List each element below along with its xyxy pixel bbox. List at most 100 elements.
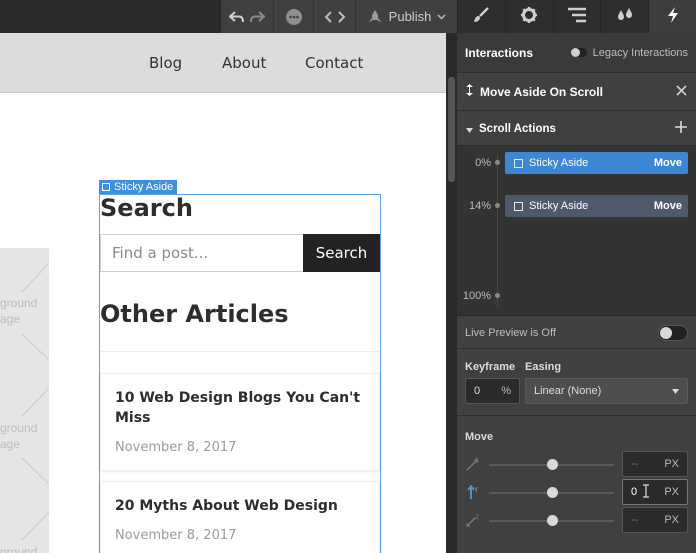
interaction-name-row: Move Aside On Scroll	[457, 73, 696, 111]
canvas-scrollbar-thumb[interactable]	[448, 77, 455, 182]
nav-link-contact[interactable]: Contact	[305, 54, 363, 72]
axis-z-icon: Z	[465, 512, 481, 528]
bolt-icon	[666, 6, 680, 27]
code-button[interactable]	[313, 0, 355, 33]
publish-button[interactable]: Publish	[355, 0, 457, 33]
designer-canvas[interactable]: Blog About Contact ground age ground age…	[0, 33, 446, 553]
move-x-value: --	[631, 458, 639, 470]
move-label: Move	[465, 431, 494, 443]
publish-label: Publish	[388, 9, 432, 24]
article-card[interactable]: 20 Myths About Web Design November 8, 20…	[100, 481, 380, 553]
keyframe-section: Keyframe Easing 0 % Linear (None)	[457, 350, 696, 416]
keyframe-label: Keyframe	[465, 361, 516, 373]
other-articles-heading: Other Articles	[100, 300, 289, 328]
bg-label-3: ground	[0, 545, 38, 553]
move-z-slider-handle[interactable]	[547, 515, 558, 526]
move-x-input[interactable]: -- PX	[622, 451, 688, 477]
vertical-arrows-icon	[466, 84, 473, 99]
scroll-timeline: 0% Sticky Aside Move 14% Sticky Aside Mo…	[457, 145, 696, 316]
tab-assets[interactable]	[600, 0, 648, 33]
element-square-icon	[514, 158, 523, 168]
nav-link-blog[interactable]: Blog	[149, 54, 182, 72]
timeline-track	[497, 154, 498, 306]
keyframe-sticky-aside-14[interactable]: Sticky Aside Move	[505, 195, 688, 217]
divider	[100, 351, 380, 352]
keyframe-input[interactable]: 0 %	[465, 378, 520, 404]
keyframe-target: Sticky Aside	[529, 200, 589, 212]
add-icon[interactable]	[675, 121, 687, 136]
keyframe-action: Move	[653, 200, 682, 212]
move-z-input[interactable]: -- PX	[622, 507, 688, 533]
search-heading: Search	[100, 194, 193, 222]
axis-x-icon: X	[465, 456, 481, 472]
brush-icon	[472, 6, 490, 27]
timeline-dot	[495, 203, 500, 208]
move-z-value: --	[631, 514, 639, 526]
move-y-value: 0	[631, 486, 638, 498]
interactions-header: Interactions Legacy Interactions	[457, 33, 696, 73]
move-z-unit: PX	[664, 514, 679, 526]
article-title: 20 Myths About Web Design	[115, 498, 338, 514]
toolbar-spacer	[0, 0, 221, 33]
bg-label-1a: ground	[0, 296, 38, 310]
publish-icon	[367, 9, 383, 25]
undo-redo-group	[221, 0, 273, 33]
interaction-name: Move Aside On Scroll	[480, 84, 603, 99]
axis-x-letter: X	[475, 457, 479, 464]
keyframe-value: 0	[474, 385, 481, 397]
article-title: 10 Web Design Blogs You Can't Miss	[115, 390, 361, 426]
tab-interactions[interactable]	[648, 0, 696, 33]
close-icon[interactable]	[676, 84, 687, 99]
article-date: November 8, 2017	[115, 440, 237, 455]
keyframe-target: Sticky Aside	[529, 157, 589, 169]
keyframe-action: Move	[653, 157, 682, 169]
article-card[interactable]: 10 Web Design Blogs You Can't Miss Novem…	[100, 373, 380, 471]
scroll-actions-header[interactable]: Scroll Actions	[457, 112, 696, 145]
move-y-slider-handle[interactable]	[547, 487, 558, 498]
timeline-pct-14: 14%	[468, 200, 491, 212]
tab-settings[interactable]	[504, 0, 553, 33]
caret-down-icon	[466, 122, 473, 136]
search-input[interactable]: Find a post...	[100, 234, 304, 272]
move-x-row: X -- PX	[457, 451, 696, 477]
nav-link-about[interactable]: About	[222, 54, 266, 72]
interactions-panel: Interactions Legacy Interactions Move As…	[457, 33, 696, 553]
axis-y-icon: Y	[465, 484, 481, 500]
element-square-icon	[102, 183, 110, 191]
tab-style[interactable]	[457, 0, 505, 33]
legacy-toggle[interactable]	[570, 48, 587, 57]
live-preview-toggle[interactable]	[658, 324, 688, 341]
gear-icon	[520, 6, 538, 27]
site-navbar: Blog About Contact	[0, 33, 446, 93]
redo-icon[interactable]	[249, 10, 265, 24]
background-image-placeholder: ground age ground age ground	[0, 248, 49, 553]
move-y-input[interactable]: 0 PX	[622, 479, 688, 505]
navigator-icon	[567, 7, 587, 26]
tab-navigator[interactable]	[552, 0, 601, 33]
code-icon	[324, 10, 346, 24]
element-square-icon	[514, 201, 523, 211]
scroll-actions-label: Scroll Actions	[479, 122, 556, 135]
bg-label-2a: ground	[0, 421, 38, 435]
interactions-title: Interactions	[465, 45, 534, 60]
move-y-unit: PX	[664, 486, 679, 498]
canvas-scrollbar[interactable]	[446, 33, 457, 553]
search-button[interactable]: Search	[303, 234, 380, 272]
element-tag[interactable]: Sticky Aside	[99, 180, 178, 194]
easing-value: Linear (None)	[534, 385, 602, 397]
article-date: November 8, 2017	[115, 528, 237, 543]
bg-label-2b: age	[0, 437, 21, 451]
move-x-slider-handle[interactable]	[547, 459, 558, 470]
timeline-pct-0: 0%	[475, 157, 491, 169]
legacy-label: Legacy Interactions	[592, 46, 688, 59]
keyframe-sticky-aside-0[interactable]: Sticky Aside Move	[505, 152, 688, 174]
move-y-row: Y 0 PX	[457, 479, 696, 505]
easing-select[interactable]: Linear (None)	[525, 378, 688, 404]
keyframe-unit: %	[501, 385, 511, 397]
drops-icon	[615, 7, 635, 26]
panel-tabs	[457, 0, 696, 33]
undo-icon[interactable]	[229, 10, 245, 24]
comments-button[interactable]	[273, 0, 313, 33]
comments-icon	[285, 8, 303, 26]
element-tag-label: Sticky Aside	[114, 181, 174, 193]
